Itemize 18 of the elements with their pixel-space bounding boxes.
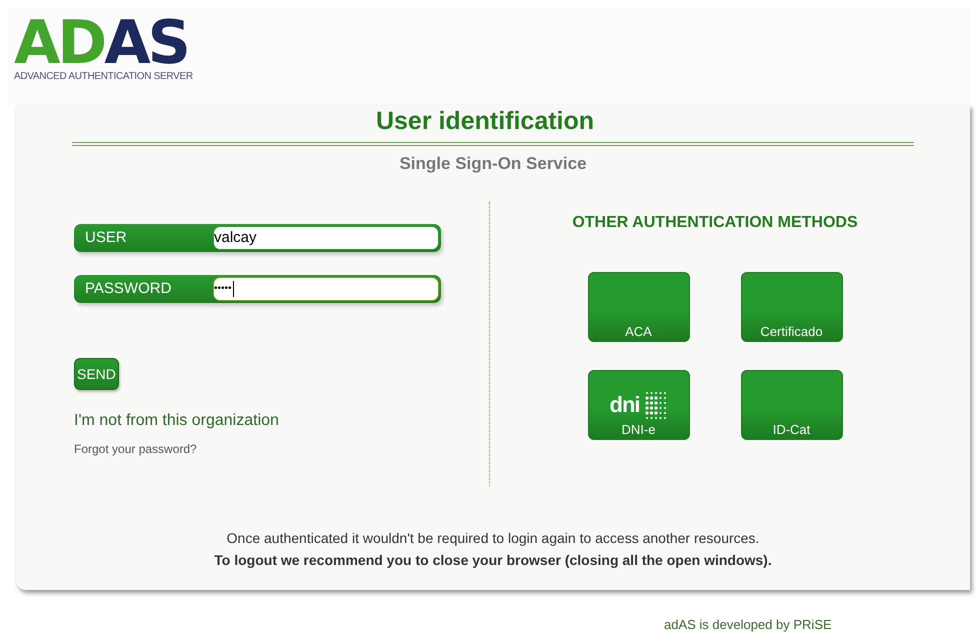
page-title: User identification: [374, 107, 596, 136]
method-button[interactable]: Certificado: [740, 272, 842, 342]
user-field[interactable]: USER valcay: [74, 224, 441, 252]
not-from-organization-link[interactable]: I'm not from this organization: [74, 412, 489, 430]
footer-credit: adAS is developed by PRiSE: [664, 617, 832, 632]
section-heading: OTHER AUTHENTICATION METHODS: [572, 214, 858, 232]
send-button[interactable]: SEND: [74, 358, 119, 390]
logout-note: To logout we recommend you to close your browser (closing all the open windows).: [214, 552, 772, 568]
info-note: Once authenticated it wouldn't be required to login again to access another resources.: [226, 530, 760, 546]
method-button[interactable]: ACA: [588, 272, 690, 342]
method-button[interactable]: ID-Cat: [740, 370, 842, 440]
logo-text: AS: [104, 18, 188, 68]
logo-text: AD: [14, 18, 104, 68]
forgot-password-link[interactable]: Forgot your password?: [74, 442, 489, 456]
page-subtitle: Single Sign-On Service: [398, 154, 588, 174]
password-field[interactable]: PASSWORD •••••: [74, 275, 441, 303]
method-button[interactable]: dni DNI-e: [588, 370, 690, 440]
logo-tagline: ADVANCED AUTHENTICATION SERVER: [14, 71, 190, 82]
